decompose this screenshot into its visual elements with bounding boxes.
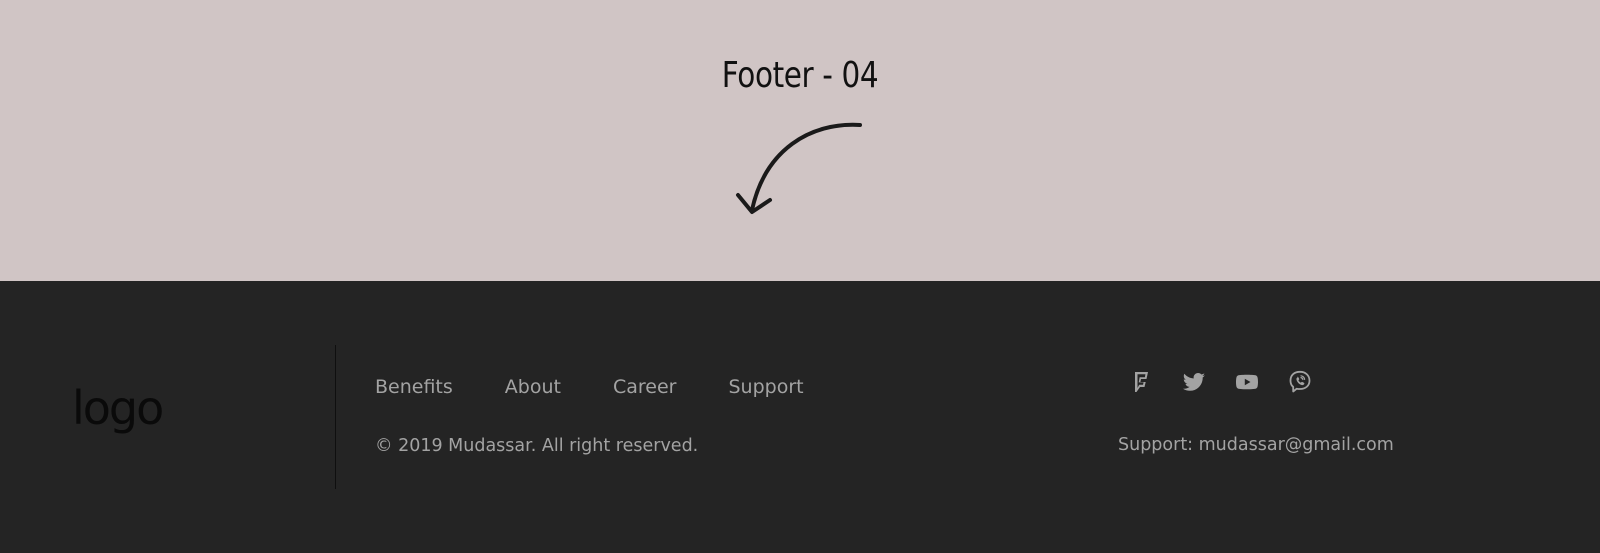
logo[interactable]: logo <box>72 384 182 440</box>
nav-link-career[interactable]: Career <box>613 375 677 399</box>
foursquare-icon <box>1135 372 1148 392</box>
viber-icon <box>1289 370 1311 393</box>
curved-arrow-down-icon <box>736 122 862 214</box>
youtube-icon <box>1236 374 1258 390</box>
nav-link-benefits[interactable]: Benefits <box>375 375 453 399</box>
hero-section: Footer - 04 <box>0 0 1600 281</box>
foursquare-link[interactable] <box>1128 369 1154 395</box>
viber-link[interactable] <box>1287 369 1313 395</box>
social-links <box>1128 369 1340 395</box>
footer-nav: Benefits About Career Support <box>375 375 856 399</box>
twitter-link[interactable] <box>1181 369 1207 395</box>
copyright-text: © 2019 Mudassar. All right reserved. <box>375 436 699 456</box>
youtube-link[interactable] <box>1234 369 1260 395</box>
divider <box>335 345 336 489</box>
logo-text: logo <box>72 384 162 435</box>
twitter-icon <box>1183 373 1205 391</box>
nav-link-about[interactable]: About <box>505 375 561 399</box>
footer: logo Benefits About Career Support © 201… <box>0 281 1600 553</box>
support-email: Support: mudassar@gmail.com <box>1118 435 1394 455</box>
page-title: Footer - 04 <box>721 55 879 96</box>
nav-link-support[interactable]: Support <box>728 375 803 399</box>
